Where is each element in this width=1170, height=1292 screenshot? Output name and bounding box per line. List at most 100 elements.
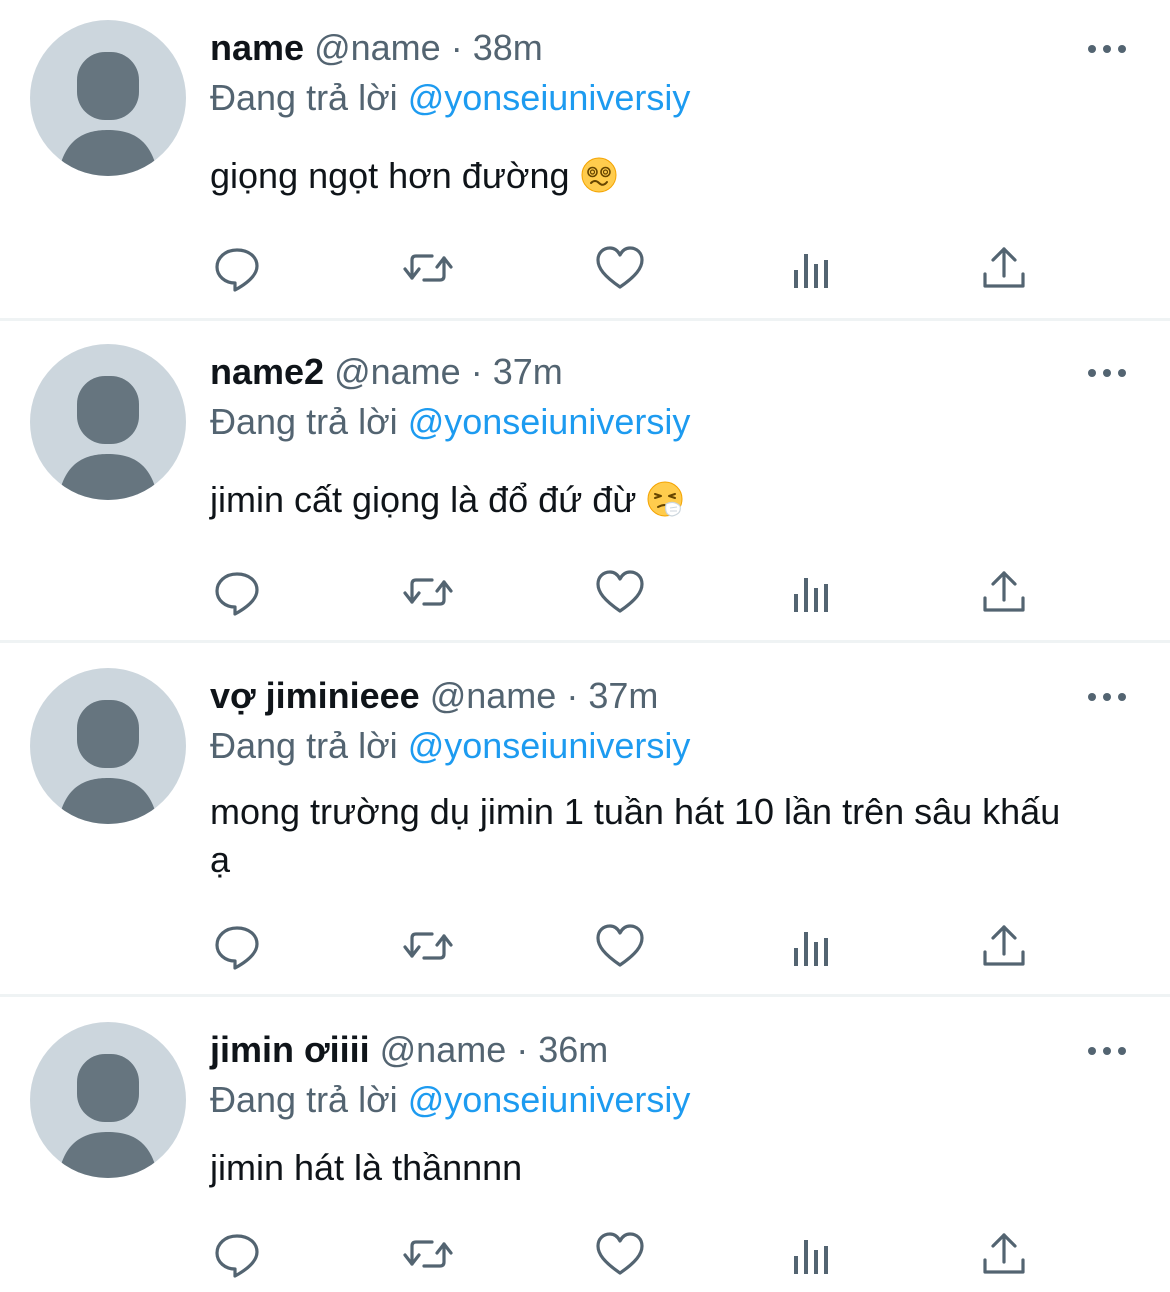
tweet-header: vợ jiminieee @name · 37m <box>210 666 658 726</box>
sneezing-face-icon <box>647 481 683 517</box>
tweet-actions <box>210 240 1050 296</box>
retweet-arrows-icon <box>403 578 453 606</box>
heart-icon <box>596 570 644 613</box>
retweet-button[interactable] <box>400 1226 456 1282</box>
tweet-text-content: mong trường dụ jimin 1 tuần hát 10 lần t… <box>210 791 1061 880</box>
like-button[interactable] <box>592 240 648 296</box>
replying-to-link[interactable]: @yonseiuniversiy <box>408 725 691 766</box>
user-handle[interactable]: @name <box>334 351 461 392</box>
tweet-actions <box>210 918 1050 974</box>
retweet-arrows-icon <box>403 254 453 282</box>
timestamp[interactable]: 36m <box>538 1029 608 1070</box>
avatar[interactable] <box>30 1022 186 1178</box>
replying-to-link[interactable]: @yonseiuniversiy <box>408 77 691 118</box>
bar-chart-icon <box>794 932 828 966</box>
default-avatar-icon <box>58 700 158 824</box>
tweet[interactable]: jimin ơiiii @name · 36m Đang trả lời @yo… <box>0 1020 1170 1292</box>
bar-chart-icon <box>794 1240 828 1274</box>
speech-bubble-icon <box>215 926 259 970</box>
retweet-button[interactable] <box>400 918 456 974</box>
tweet-text-content: giọng ngọt hơn đường <box>210 155 570 196</box>
speech-bubble-icon <box>215 248 259 292</box>
more-dots-icon[interactable] <box>1080 358 1134 388</box>
timestamp[interactable]: 38m <box>473 27 543 68</box>
views-button[interactable] <box>784 564 840 620</box>
user-handle[interactable]: @name <box>314 27 441 68</box>
replying-to: Đang trả lời @yonseiuniversiy <box>210 396 690 448</box>
replying-to-link[interactable]: @yonseiuniversiy <box>408 401 691 442</box>
tweet-divider <box>0 318 1170 321</box>
reply-button[interactable] <box>210 1226 266 1282</box>
replying-to-label: Đang trả lời <box>210 725 398 766</box>
user-handle[interactable]: @name <box>380 1029 507 1070</box>
like-button[interactable] <box>592 918 648 974</box>
display-name[interactable]: name <box>210 27 304 68</box>
replying-to: Đang trả lời @yonseiuniversiy <box>210 720 690 772</box>
retweet-button[interactable] <box>400 564 456 620</box>
display-name[interactable]: vợ jiminieee <box>210 675 420 716</box>
default-avatar-icon <box>58 1054 158 1178</box>
avatar[interactable] <box>30 668 186 824</box>
separator-dot: · <box>450 27 463 68</box>
share-button[interactable] <box>976 240 1032 296</box>
tweet-text: jimin hát là thầnnnn <box>210 1144 1110 1192</box>
views-button[interactable] <box>784 918 840 974</box>
retweet-arrows-icon <box>403 1240 453 1268</box>
share-button[interactable] <box>976 564 1032 620</box>
more-dots-icon[interactable] <box>1080 34 1134 64</box>
tweet-actions <box>210 564 1050 620</box>
display-name[interactable]: name2 <box>210 351 324 392</box>
tweet-text: mong trường dụ jimin 1 tuần hát 10 lần t… <box>210 788 1090 884</box>
more-dots-icon[interactable] <box>1080 682 1134 712</box>
replying-to-label: Đang trả lời <box>210 77 398 118</box>
user-handle[interactable]: @name <box>430 675 557 716</box>
tweet-text: jimin cất giọng là đổ đứ đừ <box>210 476 1110 524</box>
replying-to-link[interactable]: @yonseiuniversiy <box>408 1079 691 1120</box>
tweet-divider <box>0 640 1170 643</box>
replying-to-label: Đang trả lời <box>210 401 398 442</box>
display-name[interactable]: jimin ơiiii <box>210 1029 370 1070</box>
tweet-divider <box>0 994 1170 997</box>
speech-bubble-icon <box>215 1234 259 1278</box>
reply-button[interactable] <box>210 240 266 296</box>
timestamp[interactable]: 37m <box>493 351 563 392</box>
like-button[interactable] <box>592 564 648 620</box>
tweet-text-content: jimin hát là thầnnnn <box>210 1147 523 1188</box>
reply-button[interactable] <box>210 564 266 620</box>
upload-share-icon <box>983 1233 1025 1274</box>
like-button[interactable] <box>592 1226 648 1282</box>
tweet-header: name2 @name · 37m <box>210 342 563 402</box>
avatar[interactable] <box>30 20 186 176</box>
reply-button[interactable] <box>210 918 266 974</box>
upload-share-icon <box>983 247 1025 288</box>
more-dots-icon[interactable] <box>1080 1036 1134 1066</box>
tweet[interactable]: vợ jiminieee @name · 37m Đang trả lời @y… <box>0 666 1170 996</box>
woozy-face-icon <box>581 157 617 193</box>
replying-to: Đang trả lời @yonseiuniversiy <box>210 72 690 124</box>
avatar[interactable] <box>30 344 186 500</box>
replying-to: Đang trả lời @yonseiuniversiy <box>210 1074 690 1126</box>
tweet[interactable]: name2 @name · 37m Đang trả lời @yonseiun… <box>0 342 1170 642</box>
views-button[interactable] <box>784 1226 840 1282</box>
separator-dot: · <box>516 1029 529 1070</box>
tweet-actions <box>210 1226 1050 1282</box>
views-button[interactable] <box>784 240 840 296</box>
tweet[interactable]: name @name · 38m Đang trả lời @yonseiuni… <box>0 18 1170 318</box>
retweet-arrows-icon <box>403 932 453 960</box>
upload-share-icon <box>983 571 1025 612</box>
separator-dot: · <box>470 351 483 392</box>
retweet-button[interactable] <box>400 240 456 296</box>
tweet-text-content: jimin cất giọng là đổ đứ đừ <box>210 479 637 520</box>
share-button[interactable] <box>976 1226 1032 1282</box>
heart-icon <box>596 246 644 289</box>
tweet-header: name @name · 38m <box>210 18 543 78</box>
default-avatar-icon <box>58 52 158 176</box>
default-avatar-icon <box>58 376 158 500</box>
upload-share-icon <box>983 925 1025 966</box>
heart-icon <box>596 1232 644 1275</box>
separator-dot: · <box>566 675 579 716</box>
speech-bubble-icon <box>215 572 259 616</box>
share-button[interactable] <box>976 918 1032 974</box>
timestamp[interactable]: 37m <box>588 675 658 716</box>
tweet-header: jimin ơiiii @name · 36m <box>210 1020 608 1080</box>
